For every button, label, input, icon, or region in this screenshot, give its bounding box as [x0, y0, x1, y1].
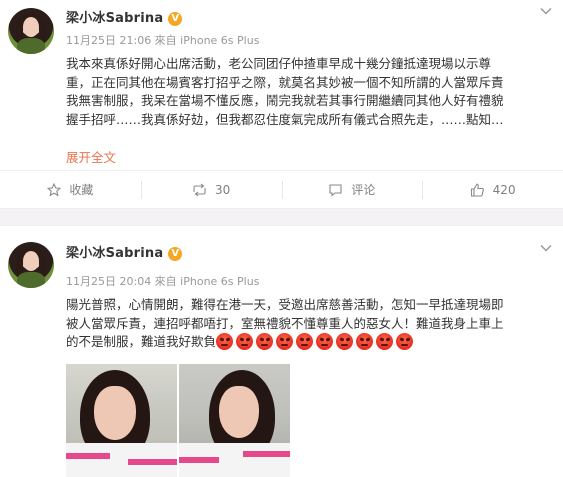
comment-button[interactable]: 评论	[281, 171, 423, 208]
like-count: 420	[492, 182, 516, 197]
angry-face-icon	[216, 333, 234, 350]
avatar[interactable]	[8, 242, 54, 288]
angry-face-icon	[356, 333, 374, 350]
post-text-line: 握手招呼……我真係好攰，但我都忍住度氣完成所有儀式合照先走，……點知…	[66, 111, 504, 127]
star-icon	[47, 182, 62, 197]
verified-badge-icon: V	[168, 247, 183, 261]
username[interactable]: 梁小冰Sabrina V	[66, 242, 183, 261]
chevron-down-icon[interactable]	[539, 241, 553, 255]
comment-icon	[329, 183, 342, 197]
emoji-row	[216, 333, 416, 350]
angry-face-icon	[396, 333, 414, 350]
favorite-label: 收藏	[69, 183, 94, 197]
post-text-line: 陽光普照，心情開朗，難得在港一天，受邀出席慈善活動，怎知一早抵達現場即	[66, 297, 504, 312]
repost-button[interactable]: 30	[140, 171, 282, 208]
angry-face-icon	[276, 333, 294, 350]
post-meta: 11月25日 20:04 來自 iPhone 6s Plus	[66, 275, 260, 288]
avatar[interactable]	[8, 8, 54, 54]
like-button[interactable]: 420	[422, 171, 563, 208]
post-text: 陽光普照，心情開朗，難得在港一天，受邀出席慈善活動，怎知一早抵達現場即 被人當眾…	[66, 296, 548, 352]
username[interactable]: 梁小冰Sabrina V	[66, 7, 183, 26]
weibo-post-1: 梁小冰Sabrina V 11月25日 21:06 來自 iPhone 6s Pl…	[0, 0, 563, 208]
post-text-line: 重，正在同其他在場賓客打招乎之際，就莫名其妙被一個不知所謂的人當眾斥責	[66, 74, 504, 90]
post-text-line: 我本來真係好開心出席活動，老公同团仔仲揸車早成十幾分鐘抵達現場以示尊	[66, 56, 492, 71]
angry-face-icon	[256, 333, 274, 350]
selfie-photo-2[interactable]	[179, 364, 290, 477]
username-text[interactable]: 梁小冰Sabrina	[66, 246, 163, 261]
angry-face-icon	[296, 333, 314, 350]
repost-count: 30	[214, 182, 231, 197]
verified-badge-icon: V	[168, 12, 183, 26]
favorite-button[interactable]: 收藏	[0, 171, 141, 208]
angry-face-icon	[316, 333, 334, 350]
angry-face-icon	[236, 333, 254, 350]
username-text[interactable]: 梁小冰Sabrina	[66, 11, 163, 26]
post-text: 我本來真係好開心出席活動，老公同团仔仲揸車早成十幾分鐘抵達現場以示尊 重，正在同…	[66, 55, 548, 129]
post-divider	[0, 208, 563, 226]
angry-face-icon	[336, 333, 354, 350]
post-text-tail: 的不是制服，難道我好欺負	[66, 334, 217, 349]
chevron-down-icon[interactable]	[539, 4, 553, 18]
like-icon	[470, 183, 484, 197]
post-text-line: 被人當眾斥責，連招呼都唔打，室無禮貌不懂尊重人的惡女人！難道我身上車上	[66, 315, 504, 331]
post-meta: 11月25日 21:06 來自 iPhone 6s Plus	[66, 34, 260, 47]
angry-face-icon	[376, 333, 394, 350]
repost-icon	[193, 183, 206, 196]
expand-full-text-link[interactable]: 展开全文	[66, 147, 116, 166]
comment-label: 评论	[351, 183, 376, 197]
post-text-line: 我無害制服，我呆在當場不懂反應，鬧完我就若其事行開繼續同其他人好有禮貌	[66, 93, 504, 108]
action-bar: 收藏 30 评论 420	[0, 170, 563, 208]
selfie-photo-1[interactable]	[66, 364, 177, 477]
post-text-line: 的不是制服，難道我好欺負	[66, 333, 548, 352]
